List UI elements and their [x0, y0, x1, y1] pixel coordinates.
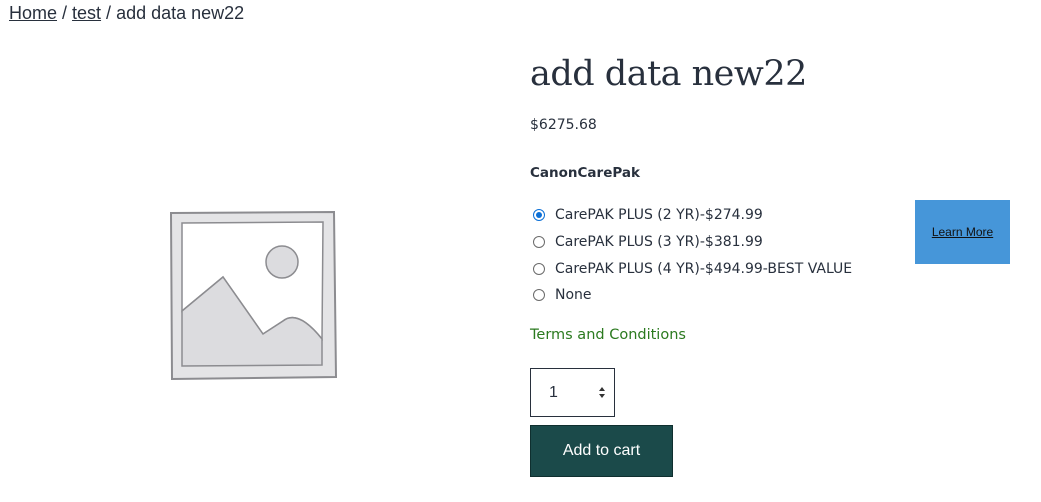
image-placeholder-icon	[168, 209, 338, 381]
breadcrumb-separator: /	[57, 3, 73, 23]
radio-button[interactable]	[533, 289, 545, 302]
radio-button[interactable]	[533, 236, 545, 249]
chevron-up-icon[interactable]	[599, 387, 605, 391]
breadcrumb-category-link[interactable]: test	[72, 3, 101, 23]
carepak-option-4yr[interactable]: CarePAK PLUS (4 YR)-$494.99-BEST VALUE	[533, 255, 852, 282]
quantity-stepper[interactable]: 1	[530, 368, 615, 417]
option-label: CarePAK PLUS (4 YR)-$494.99-BEST VALUE	[555, 260, 853, 277]
option-label: CarePAK PLUS (3 YR)-$381.99	[555, 234, 763, 251]
carepak-options: CarePAK PLUS (2 YR)-$274.99 CarePAK PLUS…	[533, 202, 852, 309]
breadcrumb: Home / test / add data new22	[9, 2, 244, 24]
carepak-option-3yr[interactable]: CarePAK PLUS (3 YR)-$381.99	[533, 229, 852, 256]
breadcrumb-separator: /	[101, 3, 117, 23]
radio-button-selected[interactable]	[533, 209, 545, 222]
product-page: Home / test / add data new22 add data ne…	[0, 0, 1041, 502]
quantity-input[interactable]: 1	[549, 384, 585, 402]
carepak-option-2yr[interactable]: CarePAK PLUS (2 YR)-$274.99	[533, 202, 852, 229]
option-label: CarePAK PLUS (2 YR)-$274.99	[555, 207, 763, 224]
product-title: add data new22	[530, 54, 807, 94]
stepper-arrows[interactable]	[599, 387, 605, 398]
radio-button[interactable]	[533, 262, 545, 275]
learn-more-button[interactable]: Learn More	[915, 200, 1010, 264]
terms-link[interactable]: Terms and Conditions	[530, 327, 686, 343]
breadcrumb-current: add data new22	[116, 3, 245, 23]
option-label: None	[555, 287, 592, 304]
carepak-option-none[interactable]: None	[533, 282, 852, 309]
carepak-group-label: CanonCarePak	[530, 165, 640, 181]
add-to-cart-button[interactable]: Add to cart	[530, 425, 673, 477]
product-price: $6275.68	[530, 117, 597, 133]
chevron-down-icon[interactable]	[599, 394, 605, 398]
breadcrumb-home-link[interactable]: Home	[9, 3, 57, 23]
